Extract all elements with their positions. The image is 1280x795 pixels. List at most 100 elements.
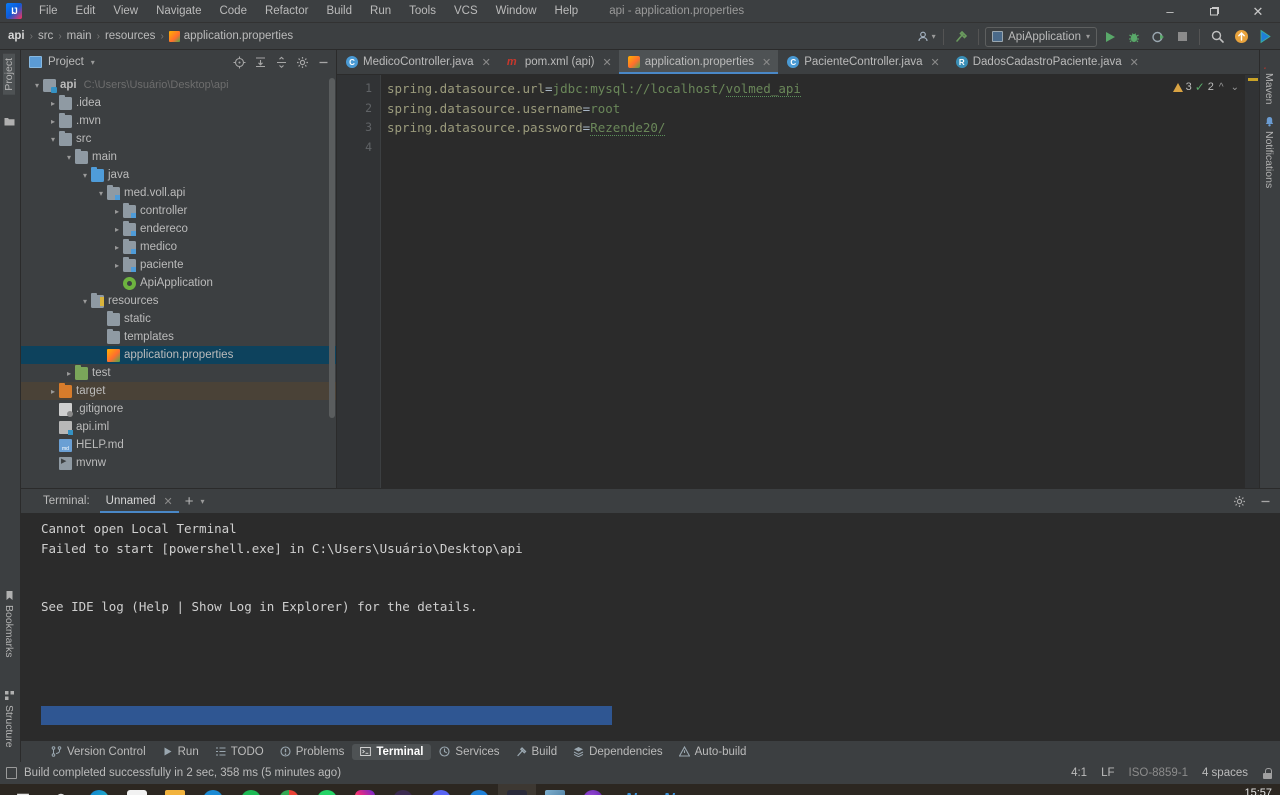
caret-position[interactable]: 4:1 — [1071, 767, 1087, 779]
editor-tab-medicocontroller-java[interactable]: C MedicoController.java ✕ — [337, 50, 498, 74]
chevron-right-icon[interactable]: ▸ — [47, 117, 59, 126]
chevron-right-icon[interactable]: ▸ — [111, 261, 123, 270]
chevron-down-icon[interactable]: ▾ — [79, 171, 91, 180]
stop-button[interactable] — [1171, 26, 1193, 48]
taskbar-discord-icon[interactable] — [422, 784, 460, 795]
taskbar-start-button[interactable]: ⊞ — [4, 784, 42, 795]
new-terminal-button[interactable]: + — [185, 494, 194, 509]
chevron-right-icon[interactable]: ▸ — [111, 243, 123, 252]
tree-node-src[interactable]: ▾ src — [21, 130, 336, 148]
tree-node-med-voll-api[interactable]: ▾ med.voll.api — [21, 184, 336, 202]
tool-window-button-problems[interactable]: Problems — [272, 744, 353, 760]
menu-refactor[interactable]: Refactor — [256, 2, 317, 20]
taskbar-mail-icon[interactable]: ✉ — [194, 784, 232, 795]
hide-panel-icon[interactable] — [314, 53, 332, 71]
updates-icon[interactable]: ▾ — [915, 26, 937, 48]
taskbar-clock[interactable]: 15:57 31/03/2023 — [1217, 787, 1272, 795]
menu-code[interactable]: Code — [210, 2, 256, 20]
inspections-widget[interactable]: 3 ✓ 2 ^ ⌄ — [1172, 80, 1241, 94]
taskbar-notes-icon[interactable] — [536, 784, 574, 795]
chevron-down-icon[interactable]: ▾ — [63, 153, 75, 162]
hammer-icon[interactable] — [950, 26, 972, 48]
tree-node-endereco[interactable]: ▸ endereco — [21, 220, 336, 238]
code-line[interactable]: spring.datasource.password=Rezende20/ — [387, 118, 1259, 138]
terminal-tab-unnamed[interactable]: Unnamed ✕ — [99, 489, 179, 513]
tree-node--mvn[interactable]: ▸ .mvn — [21, 112, 336, 130]
breadcrumb-item-resources[interactable]: resources — [105, 30, 156, 42]
chevron-down-icon[interactable]: ▾ — [47, 135, 59, 144]
menu-vcs[interactable]: VCS — [445, 2, 487, 20]
taskbar-edge-icon[interactable] — [80, 784, 118, 795]
debug-button[interactable] — [1123, 26, 1145, 48]
terminal-output[interactable]: Cannot open Local Terminal Failed to star… — [21, 513, 1280, 740]
breadcrumb[interactable]: api › src › main › resources › application.prope… — [8, 30, 293, 42]
tool-window-project[interactable]: Project — [3, 54, 15, 95]
code-line[interactable]: spring.datasource.url=jdbc:mysql://local… — [387, 79, 1259, 99]
taskbar-whatsapp-icon[interactable] — [308, 784, 346, 795]
close-button[interactable]: ✕ — [1236, 0, 1280, 23]
tool-window-bookmarks[interactable]: Bookmarks — [3, 586, 15, 662]
menu-window[interactable]: Window — [487, 2, 546, 20]
close-icon[interactable]: ✕ — [602, 56, 611, 69]
taskbar-netbeans-alt-icon[interactable]: N — [650, 784, 688, 795]
tree-node-templates[interactable]: templates — [21, 328, 336, 346]
menu-file[interactable]: File — [30, 2, 67, 20]
tool-window-button-dependencies[interactable]: Dependencies — [565, 744, 671, 760]
tool-window-structure[interactable]: Structure — [3, 686, 15, 752]
close-icon[interactable]: ✕ — [164, 495, 173, 508]
maximize-button[interactable] — [1192, 0, 1236, 23]
minimize-button[interactable]: – — [1148, 0, 1192, 23]
chevron-right-icon[interactable]: ▸ — [63, 369, 75, 378]
menu-build[interactable]: Build — [317, 2, 361, 20]
tree-node-api-iml[interactable]: api.iml — [21, 418, 336, 436]
tree-node-mvnw[interactable]: mvnw — [21, 454, 336, 472]
menu-navigate[interactable]: Navigate — [147, 2, 210, 20]
close-icon[interactable]: ✕ — [482, 56, 491, 69]
taskbar-netbeans-icon[interactable]: N — [612, 784, 650, 795]
line-separator[interactable]: LF — [1101, 767, 1114, 779]
chevron-right-icon[interactable]: ▸ — [47, 99, 59, 108]
taskbar-instagram-icon[interactable] — [346, 784, 384, 795]
search-everywhere-icon[interactable] — [1206, 26, 1228, 48]
project-tree[interactable]: ▾ api C:\Users\Usuário\Desktop\api ▸ .idea ▸.… — [21, 74, 336, 488]
collapse-all-icon[interactable] — [272, 53, 290, 71]
tree-node-target[interactable]: ▸ target — [21, 382, 336, 400]
breadcrumb-item-src[interactable]: src — [38, 30, 53, 42]
chevron-down-icon[interactable]: ▾ — [79, 297, 91, 306]
tool-window-maven[interactable]: m Maven — [1263, 54, 1275, 109]
tree-node-java[interactable]: ▾ java — [21, 166, 336, 184]
editor-tabs[interactable]: C MedicoController.java ✕ m pom.xml (api) ✕ ap… — [337, 50, 1259, 75]
tool-window-button-version-control[interactable]: Version Control — [43, 744, 154, 760]
tree-node-apiapplication[interactable]: ApiApplication — [21, 274, 336, 292]
next-highlight-icon[interactable]: ⌄ — [1229, 82, 1241, 93]
editor-tab-application-properties[interactable]: application.properties ✕ — [618, 50, 779, 74]
locate-icon[interactable] — [230, 53, 248, 71]
terminal-options-chevron-icon[interactable]: ▾ — [201, 497, 205, 506]
taskbar-opera-gx-icon[interactable] — [384, 784, 422, 795]
previous-highlight-icon[interactable]: ^ — [1217, 82, 1226, 93]
code-line[interactable] — [387, 138, 1259, 158]
tree-node-controller[interactable]: ▸ controller — [21, 202, 336, 220]
run-configuration-selector[interactable]: ApiApplication ▾ — [985, 26, 1097, 47]
menu-help[interactable]: Help — [546, 2, 588, 20]
chevron-right-icon[interactable]: ▸ — [111, 225, 123, 234]
taskbar-spotify-icon[interactable] — [232, 784, 270, 795]
close-icon[interactable]: ✕ — [931, 56, 940, 69]
expand-all-icon[interactable] — [251, 53, 269, 71]
settings-icon[interactable] — [1230, 492, 1248, 510]
settings-icon[interactable] — [293, 53, 311, 71]
tree-node-resources[interactable]: ▾ resources — [21, 292, 336, 310]
tool-window-button-build[interactable]: Build — [508, 744, 566, 760]
tool-window-button-services[interactable]: Services — [431, 744, 507, 760]
tool-window-notifications[interactable]: Notifications — [1263, 112, 1275, 192]
tree-node-application-properties[interactable]: application.properties — [21, 346, 336, 364]
hide-panel-icon[interactable] — [1256, 492, 1274, 510]
taskbar-file-explorer-icon[interactable] — [156, 784, 194, 795]
chevron-down-icon[interactable]: ▾ — [91, 58, 95, 67]
code-line[interactable]: spring.datasource.username=root — [387, 99, 1259, 119]
taskbar-chrome-icon[interactable] — [270, 784, 308, 795]
tree-node-test[interactable]: ▸ test — [21, 364, 336, 382]
taskbar-location-icon[interactable] — [460, 784, 498, 795]
chevron-down-icon[interactable]: ▾ — [31, 81, 43, 90]
updates-available-icon[interactable] — [1230, 26, 1252, 48]
